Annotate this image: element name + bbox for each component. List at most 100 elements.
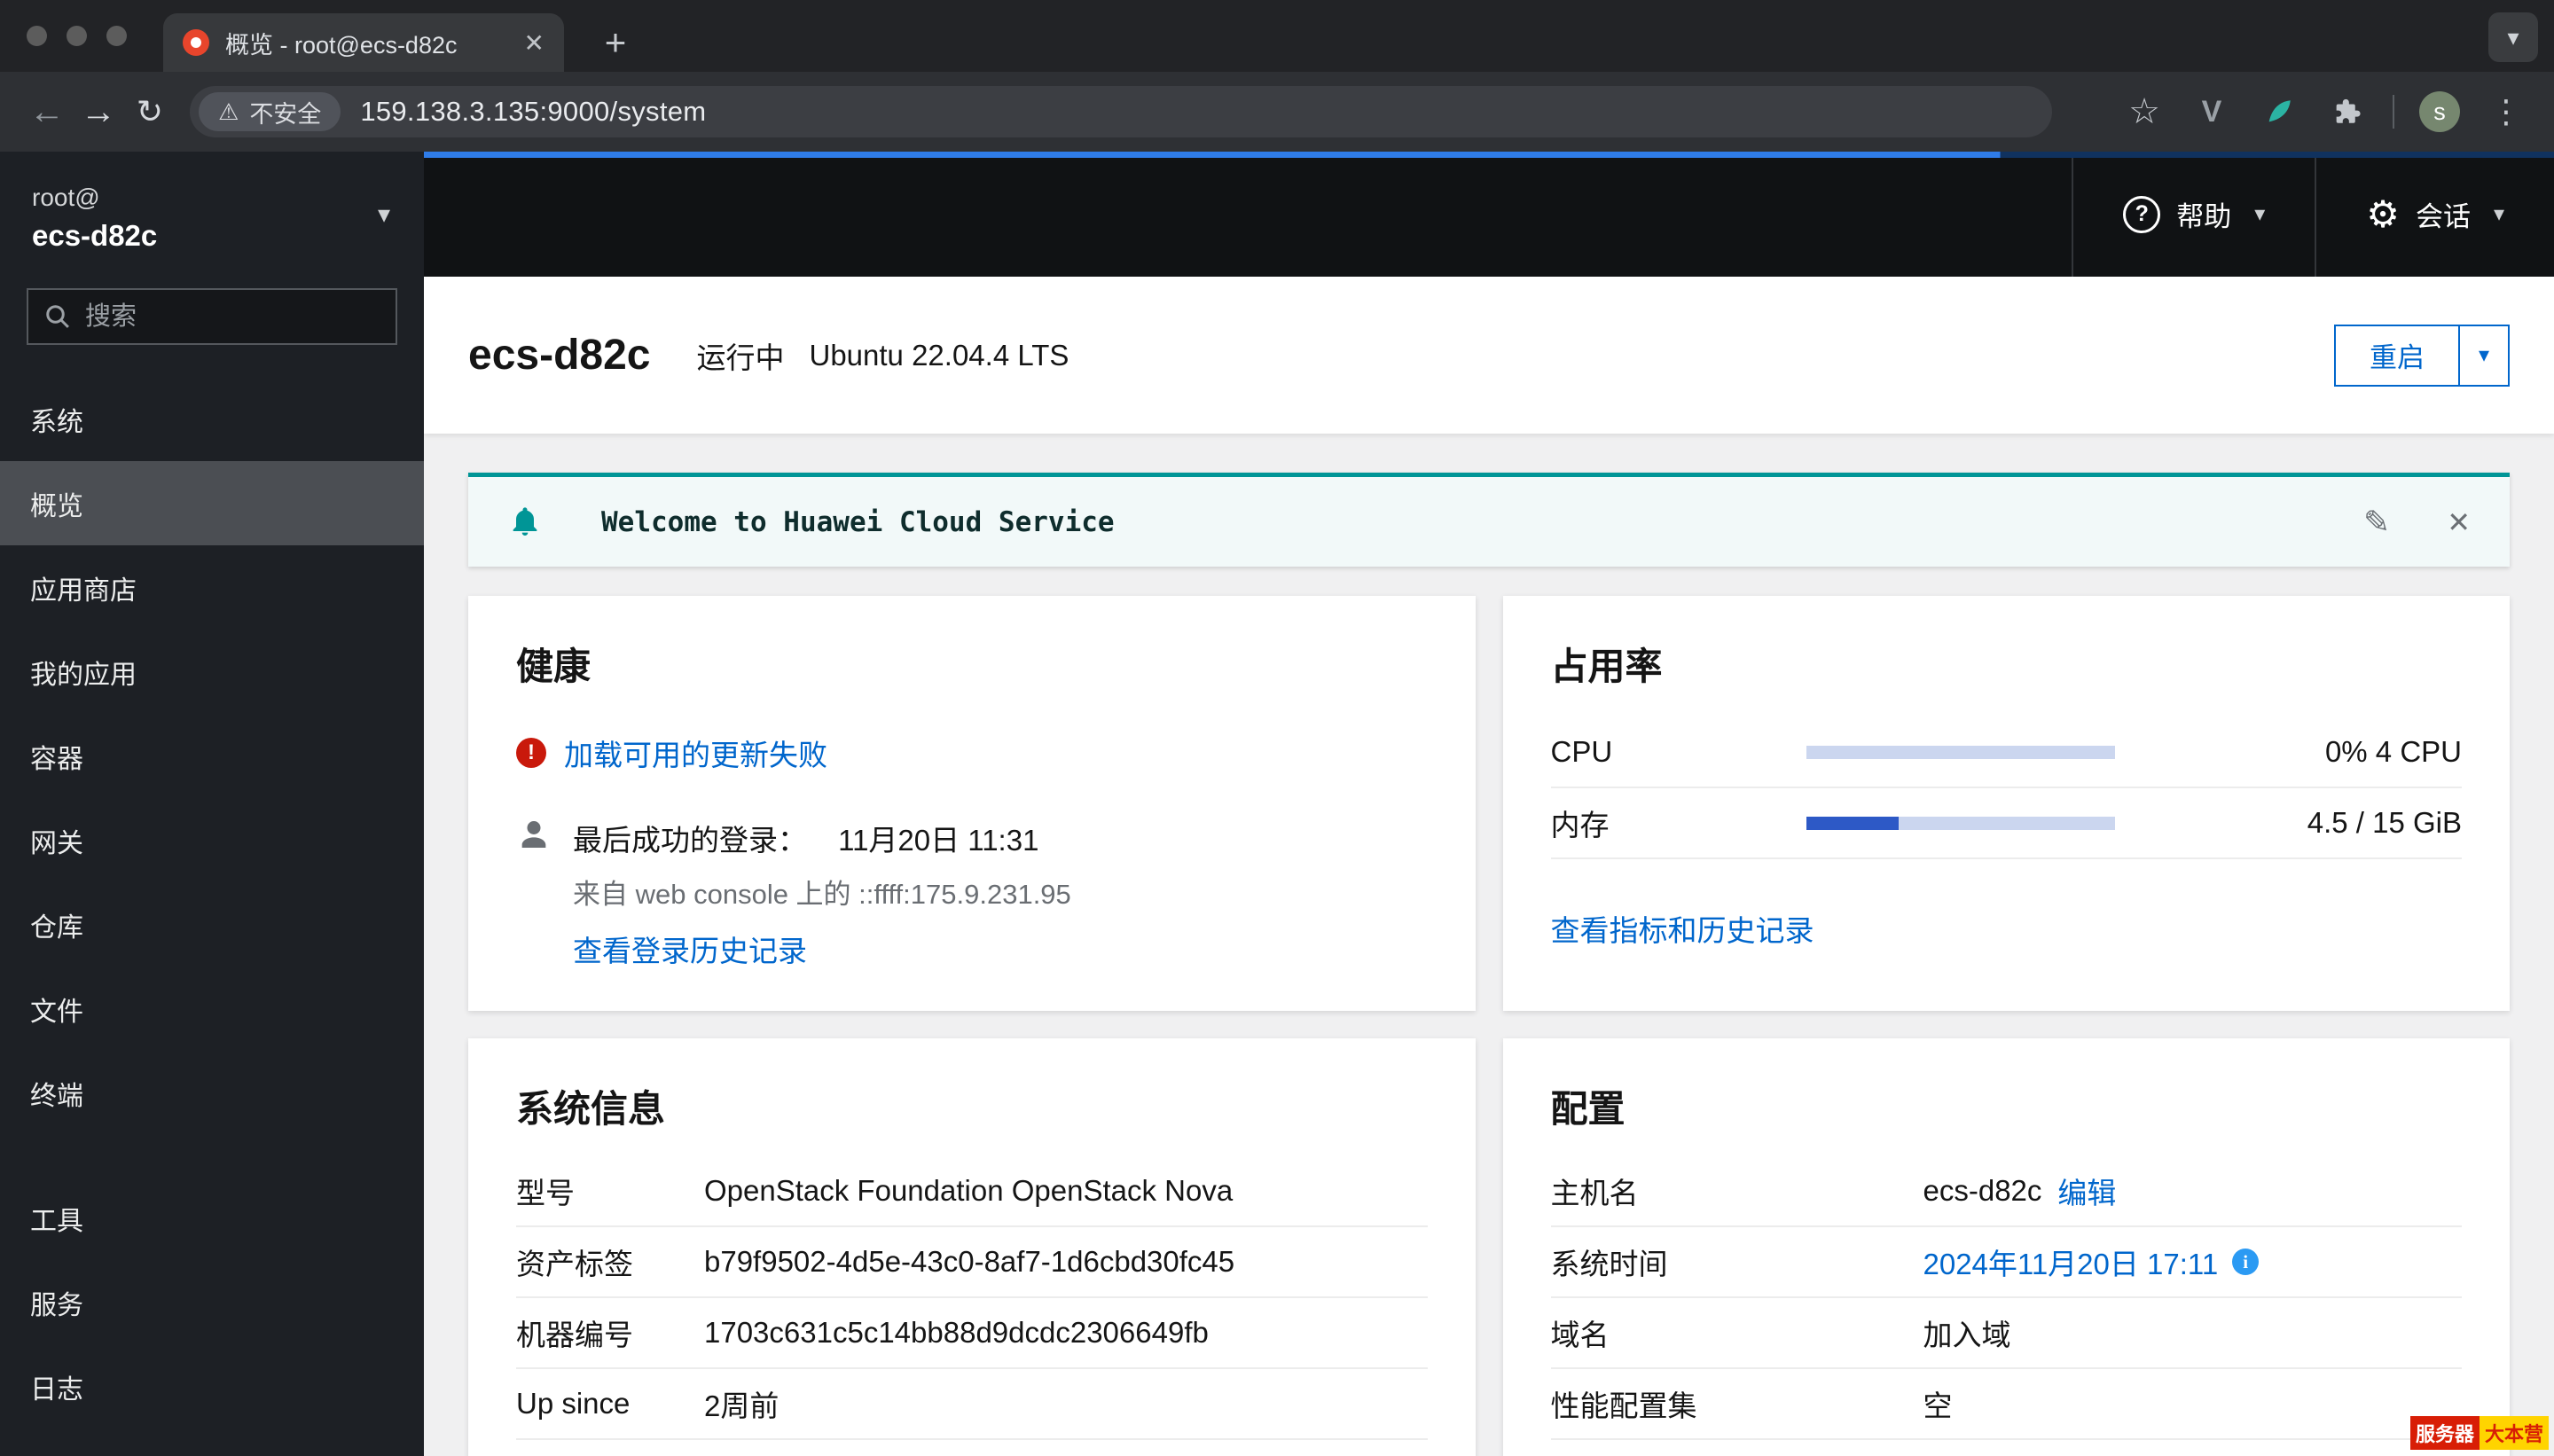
sidebar-item-app-store[interactable]: 应用商店	[0, 545, 424, 630]
model-value: OpenStack Foundation OpenStack Nova	[704, 1174, 1234, 1207]
edit-icon[interactable]: ✎	[2363, 504, 2390, 541]
asset-tag-value: b79f9502-4d5e-43c0-8af7-1d6cbd30fc45	[704, 1245, 1235, 1278]
memory-usage-row: 内存 4.5 / 15 GiB	[1550, 788, 2462, 859]
sidebar-item-terminal[interactable]: 终端	[0, 1051, 424, 1135]
hostname-value: ecs-d82c	[1923, 1174, 2042, 1207]
cpu-value: 0% 4 CPU	[2324, 735, 2462, 768]
sidebar-item-files[interactable]: 文件	[0, 967, 424, 1051]
model-label: 型号	[516, 1177, 575, 1209]
sidebar-item-logs[interactable]: 日志	[0, 1344, 424, 1429]
new-tab-button[interactable]: +	[592, 20, 638, 66]
toolbar-divider	[2393, 95, 2394, 129]
back-button[interactable]: ←	[21, 86, 73, 137]
table-row: 系统时间 2024年11月20日 17:11 i	[1550, 1227, 2462, 1298]
table-row: Up since 2周前	[516, 1369, 1428, 1440]
configuration-card: 配置 主机名 ecs-d82c 编辑 系统时间 2024年11月20日 17:1…	[1502, 1038, 2510, 1456]
tab-search-button[interactable]: ▾	[2488, 12, 2538, 62]
health-card-title: 健康	[516, 646, 591, 687]
system-info-title: 系统信息	[516, 1088, 666, 1130]
hostname-edit-link[interactable]: 编辑	[2057, 1170, 2116, 1212]
window-zoom-button[interactable]	[106, 26, 127, 46]
performance-profile-label: 性能配置集	[1550, 1389, 1697, 1422]
login-history-link[interactable]: 查看登录历史记录	[573, 935, 807, 967]
hostname-label: 主机名	[1550, 1177, 1639, 1209]
sidebar-item-gateway[interactable]: 网关	[0, 798, 424, 882]
chevron-down-icon: ▾	[2254, 202, 2266, 226]
info-icon[interactable]: i	[2232, 1249, 2260, 1275]
asset-tag-label: 资产标签	[516, 1248, 633, 1280]
last-login-label: 最后成功的登录：	[573, 824, 807, 857]
usage-card: 占用率 CPU 0% 4 CPU 内存 4.5 / 15 GiB 查看指标和历史…	[1502, 596, 2510, 1011]
extension-teal-icon[interactable]	[2258, 90, 2300, 133]
configuration-rows: 主机名 ecs-d82c 编辑 系统时间 2024年11月20日 17:11 i…	[1550, 1156, 2462, 1440]
session-label: 会话	[2415, 201, 2471, 232]
update-error-link[interactable]: 加载可用的更新失败	[564, 732, 827, 774]
gear-icon: ⚙	[2366, 192, 2400, 236]
sidebar-item-my-apps[interactable]: 我的应用	[0, 630, 424, 714]
host-switcher[interactable]: root@ ecs-d82c ▾	[0, 152, 424, 253]
restart-split-button: 重启 ▾	[2334, 324, 2510, 387]
warning-icon: ⚠	[218, 98, 239, 125]
browser-toolbar: ← → ↻ ⚠ 不安全 159.138.3.135:9000/system ☆ …	[0, 72, 2554, 152]
configuration-title: 配置	[1550, 1088, 1626, 1130]
sidebar-item-tools[interactable]: 工具	[0, 1176, 424, 1260]
table-row: 性能配置集 空	[1550, 1369, 2462, 1440]
url-text: 159.138.3.135:9000/system	[360, 96, 707, 127]
sidebar-item-system[interactable]: 系统	[0, 377, 424, 461]
watermark-badge: 服务器 大本营	[2409, 1416, 2549, 1450]
watermark-part2: 大本营	[2479, 1416, 2549, 1450]
sidebar-item-repository[interactable]: 仓库	[0, 882, 424, 967]
cpu-usage-row: CPU 0% 4 CPU	[1550, 717, 2462, 788]
domain-label: 域名	[1550, 1319, 1610, 1351]
extension-v-icon[interactable]: V	[2190, 90, 2233, 133]
system-time-link[interactable]: 2024年11月20日 17:11	[1923, 1241, 2219, 1283]
browser-tab[interactable]: 概览 - root@ecs-d82c ✕	[163, 13, 564, 72]
memory-value: 4.5 / 15 GiB	[2307, 806, 2462, 839]
forward-button[interactable]: →	[73, 86, 124, 137]
performance-profile-value: 空	[1923, 1389, 1953, 1422]
help-menu[interactable]: ? 帮助 ▾	[2072, 152, 2315, 277]
profile-avatar[interactable]: s	[2419, 91, 2460, 132]
join-domain-link[interactable]: 加入域	[1923, 1311, 2011, 1354]
table-row: 机器编号 1703c631c5c14bb88d9dcdc2306649fb	[516, 1298, 1428, 1369]
window-controls[interactable]	[27, 26, 127, 46]
close-icon[interactable]: ✕	[2447, 505, 2471, 539]
address-bar[interactable]: ⚠ 不安全 159.138.3.135:9000/system	[190, 86, 2052, 137]
window-close-button[interactable]	[27, 26, 47, 46]
table-row: 主机名 ecs-d82c 编辑	[1550, 1156, 2462, 1227]
system-time-label: 系统时间	[1550, 1248, 1668, 1280]
bookmark-star-icon[interactable]: ☆	[2123, 90, 2166, 133]
restart-dropdown-toggle[interactable]: ▾	[2458, 324, 2510, 387]
search-input[interactable]	[85, 301, 380, 332]
tab-close-icon[interactable]: ✕	[524, 28, 544, 58]
machine-id-value: 1703c631c5c14bb88d9dcdc2306649fb	[704, 1316, 1209, 1349]
sidebar-item-overview[interactable]: 概览	[0, 461, 424, 545]
sidebar-nav: 系统 概览 应用商店 我的应用 容器 网关 仓库 文件 终端 工具 服务 日志	[0, 377, 424, 1429]
table-row: 域名 加入域	[1550, 1298, 2462, 1369]
toolbar-icons: ☆ V s ⋮	[2123, 90, 2533, 133]
sidebar-item-containers[interactable]: 容器	[0, 714, 424, 798]
last-login-text: 最后成功的登录： 11月20日 11:31 来自 web console 上的 …	[573, 817, 1071, 970]
sidebar-item-services[interactable]: 服务	[0, 1260, 424, 1344]
system-info-rows: 型号 OpenStack Foundation OpenStack Nova 资…	[516, 1156, 1428, 1440]
card-grid: 健康 ! 加载可用的更新失败 最后成功的登录： 11月20日 11:31 来自 …	[468, 596, 2510, 1456]
sidebar-search[interactable]	[27, 288, 397, 345]
last-login-row: 最后成功的登录： 11月20日 11:31 来自 web console 上的 …	[516, 817, 1428, 970]
main-area: ? 帮助 ▾ ⚙ 会话 ▾ ecs-d82c 运行中 Ubuntu 22.04.…	[424, 152, 2554, 1456]
security-chip[interactable]: ⚠ 不安全	[199, 92, 341, 131]
alert-actions: ✎ ✕	[2363, 504, 2471, 541]
usage-rows: CPU 0% 4 CPU 内存 4.5 / 15 GiB	[1550, 717, 2462, 859]
security-chip-label: 不安全	[249, 100, 322, 128]
restart-button[interactable]: 重启	[2334, 324, 2460, 387]
session-menu[interactable]: ⚙ 会话 ▾	[2315, 152, 2554, 277]
browser-tab-strip: 概览 - root@ecs-d82c ✕ + ▾	[0, 0, 2554, 72]
window-minimize-button[interactable]	[67, 26, 87, 46]
help-label: 帮助	[2176, 201, 2232, 232]
extensions-puzzle-icon[interactable]	[2325, 90, 2368, 133]
browser-menu-icon[interactable]: ⋮	[2485, 90, 2527, 133]
os-version: Ubuntu 22.04.4 LTS	[809, 338, 1069, 372]
reload-button[interactable]: ↻	[124, 86, 176, 137]
metrics-history-link[interactable]: 查看指标和历史记录	[1551, 907, 1814, 950]
memory-progress-bar	[1806, 816, 2115, 830]
alert-title: Welcome to Huawei Cloud Service	[601, 505, 1115, 538]
